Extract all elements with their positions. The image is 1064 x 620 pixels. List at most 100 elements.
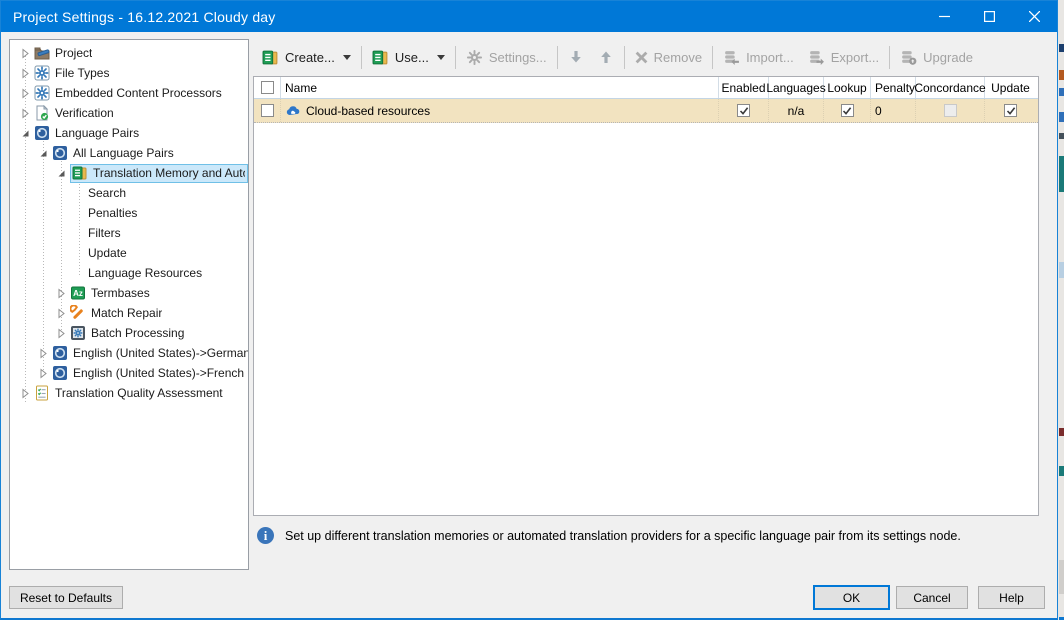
expander-expanded-icon[interactable] (56, 168, 67, 179)
move-up-button[interactable] (591, 43, 621, 71)
sidebar-item-file-types[interactable]: File Types (10, 63, 248, 83)
sidebar-item-language-pairs[interactable]: Language Pairs (10, 123, 248, 143)
column-header-penalty[interactable]: Penalty (871, 77, 916, 98)
toolbar-separator (455, 46, 456, 69)
sidebar-item-termbases[interactable]: Az Termbases (10, 283, 248, 303)
expander-expanded-icon[interactable] (38, 148, 49, 159)
expander-collapsed-icon[interactable] (56, 308, 67, 319)
sidebar-item-batch-processing[interactable]: Batch Processing (10, 323, 248, 343)
language-pairs-icon (34, 125, 50, 141)
sidebar-item-label: Translation Quality Assessment (55, 386, 223, 400)
spacer (74, 248, 85, 259)
close-icon (1029, 11, 1040, 22)
column-header-languages[interactable]: Languages (769, 77, 824, 98)
sidebar-item-verification[interactable]: Verification (10, 103, 248, 123)
expander-collapsed-icon[interactable] (38, 348, 49, 359)
sidebar-item-filters[interactable]: Filters (10, 223, 248, 243)
title-bar[interactable]: Project Settings - 16.12.2021 Cloudy day (1, 1, 1057, 32)
create-button[interactable]: Create... (255, 43, 358, 71)
sidebar-item-label: English (United States)->German ( (73, 346, 248, 360)
expander-collapsed-icon[interactable] (56, 288, 67, 299)
spacer (74, 208, 85, 219)
sidebar-item-label: Batch Processing (91, 326, 184, 340)
reset-label: Reset to Defaults (20, 591, 112, 605)
import-button[interactable]: Import... (716, 43, 801, 71)
expander-collapsed-icon[interactable] (56, 328, 67, 339)
select-all-checkbox[interactable] (261, 81, 274, 94)
all-language-pairs-icon (52, 145, 68, 161)
move-down-button[interactable] (561, 43, 591, 71)
use-button[interactable]: Use... (365, 43, 452, 71)
cancel-button[interactable]: Cancel (896, 586, 968, 609)
column-header-update[interactable]: Update (985, 77, 1036, 98)
match-repair-icon (70, 305, 86, 321)
ok-button[interactable]: OK (813, 585, 890, 610)
sidebar-item-all-language-pairs[interactable]: All Language Pairs (10, 143, 248, 163)
upgrade-button[interactable]: Upgrade (893, 43, 980, 71)
export-icon (808, 49, 825, 66)
settings-tree: Project File Types Embedded Content Proc… (9, 39, 249, 570)
sidebar-item-search[interactable]: Search (10, 183, 248, 203)
remove-label: Remove (654, 50, 702, 65)
sidebar-item-label: Termbases (91, 286, 150, 300)
export-button[interactable]: Export... (801, 43, 886, 71)
column-header-lookup[interactable]: Lookup (824, 77, 871, 98)
background-fragment (1059, 428, 1064, 436)
sidebar-item-language-resources[interactable]: Language Resources (10, 263, 248, 283)
help-button[interactable]: Help (978, 586, 1045, 609)
language-pair-icon (52, 345, 68, 361)
background-fragment (1059, 44, 1064, 52)
penalty-value: 0 (875, 104, 882, 118)
table-row[interactable]: Cloud-based resources n/a 0 (254, 99, 1038, 123)
background-fragment (1059, 560, 1064, 594)
column-header-enabled[interactable]: Enabled (719, 77, 769, 98)
background-fragment (1059, 112, 1064, 122)
background-fragment (1059, 133, 1064, 139)
tqa-icon (34, 385, 50, 401)
sidebar-item-tqa[interactable]: Translation Quality Assessment (10, 383, 248, 403)
maximize-button[interactable] (967, 1, 1012, 32)
expander-collapsed-icon[interactable] (20, 388, 31, 399)
project-settings-dialog: Project Settings - 16.12.2021 Cloudy day… (0, 0, 1058, 620)
expander-collapsed-icon[interactable] (20, 88, 31, 99)
lookup-checkbox[interactable] (841, 104, 854, 117)
sidebar-item-embedded-content-processors[interactable]: Embedded Content Processors (10, 83, 248, 103)
enabled-checkbox[interactable] (737, 104, 750, 117)
expander-collapsed-icon[interactable] (38, 368, 49, 379)
sidebar-item-project[interactable]: Project (10, 43, 248, 63)
column-label: Lookup (827, 81, 866, 95)
sidebar-item-english-french[interactable]: English (United States)->French (F (10, 363, 248, 383)
sidebar-item-english-german[interactable]: English (United States)->German ( (10, 343, 248, 363)
close-button[interactable] (1012, 1, 1057, 32)
expander-expanded-icon[interactable] (20, 128, 31, 139)
resource-name: Cloud-based resources (306, 104, 430, 118)
column-label: Name (285, 81, 317, 95)
sidebar-item-match-repair[interactable]: Match Repair (10, 303, 248, 323)
maximize-icon (984, 11, 995, 22)
column-header-concordance[interactable]: Concordance (916, 77, 985, 98)
column-header-name[interactable]: Name (281, 77, 719, 98)
remove-button[interactable]: Remove (628, 43, 709, 71)
minimize-button[interactable] (922, 1, 967, 32)
table-header: Name Enabled Languages Lookup Penalty Co… (254, 77, 1038, 99)
reset-to-defaults-button[interactable]: Reset to Defaults (9, 586, 123, 609)
update-checkbox[interactable] (1004, 104, 1017, 117)
concordance-cell (916, 99, 985, 122)
sidebar-item-translation-memory[interactable]: Translation Memory and Auto (10, 163, 248, 183)
sidebar-item-label: Verification (55, 106, 114, 120)
expander-collapsed-icon[interactable] (20, 68, 31, 79)
background-fragment (1059, 262, 1064, 278)
penalty-cell[interactable]: 0 (871, 99, 916, 122)
sidebar-item-label: Penalties (88, 206, 137, 220)
sidebar-item-label: Language Pairs (55, 126, 139, 140)
settings-button[interactable]: Settings... (459, 43, 554, 71)
sidebar-item-update[interactable]: Update (10, 243, 248, 263)
expander-collapsed-icon[interactable] (20, 108, 31, 119)
sidebar-item-penalties[interactable]: Penalties (10, 203, 248, 223)
expander-collapsed-icon[interactable] (20, 48, 31, 59)
file-types-icon (34, 65, 50, 81)
column-label: Concordance (914, 81, 985, 95)
row-checkbox[interactable] (261, 104, 274, 117)
column-label: Enabled (721, 81, 765, 95)
sidebar-item-label: Match Repair (91, 306, 162, 320)
